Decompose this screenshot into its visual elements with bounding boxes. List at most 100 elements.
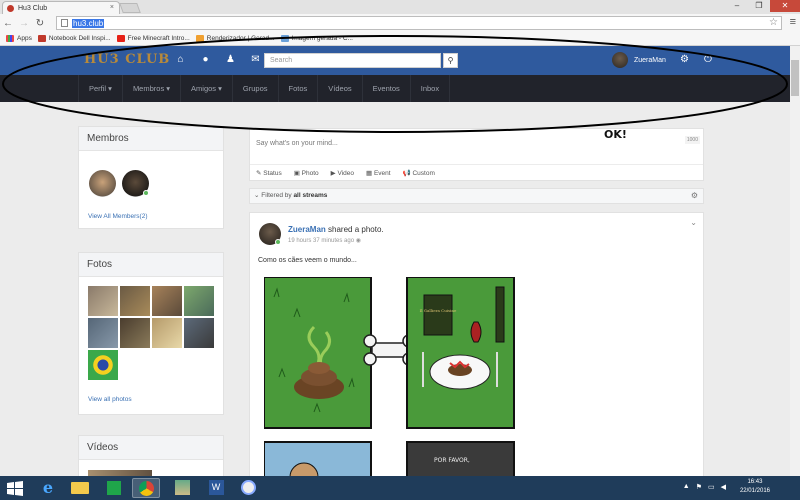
menu-text: Il Galliera Cuisine [420, 308, 457, 313]
annotation-ok-text: OK! [604, 128, 627, 141]
photo-thumb[interactable] [88, 318, 118, 348]
comic-speech-text: POR FAVOR, [434, 457, 470, 464]
nav-perfil[interactable]: Perfil ▾ [78, 75, 123, 102]
page-scrollbar[interactable] [790, 46, 800, 476]
user-icon[interactable]: ♟ [218, 54, 243, 65]
online-status-icon [275, 239, 281, 245]
nav-eventos[interactable]: Eventos [363, 75, 411, 102]
forward-arrow-icon[interactable]: → [16, 18, 32, 29]
windows-taskbar: e W ▲ ⚑ ▭ ◀ 16:43 22/01/2016 [0, 476, 800, 500]
members-title: Membros [79, 127, 223, 151]
tab-close-icon[interactable]: × [110, 4, 114, 11]
nav-fotos[interactable]: Fotos [279, 75, 319, 102]
bookmarks-bar: Apps Notebook Dell Inspi... Free Minecra… [0, 32, 800, 46]
filter-value: all streams [293, 192, 328, 199]
flag-icon[interactable]: ⚑ [696, 483, 702, 491]
window-controls: – ❐ ✕ [726, 0, 800, 12]
site-nav: Perfil ▾ Membros ▾ Amigos ▾ Grupos Fotos… [0, 75, 790, 102]
bookmark-item[interactable]: Notebook Dell Inspi... [37, 35, 111, 42]
nav-grupos[interactable]: Grupos [233, 75, 279, 102]
logout-icon[interactable]: ⏻ [704, 54, 712, 65]
nav-videos[interactable]: Vídeos [318, 75, 363, 102]
photo-thumb[interactable] [152, 318, 182, 348]
new-tab-button[interactable] [119, 3, 141, 13]
browser-menu-icon[interactable]: ≡ [790, 16, 796, 28]
avatar[interactable] [612, 52, 628, 68]
volume-icon[interactable]: ◀ [721, 483, 726, 491]
word-icon[interactable]: W [202, 478, 230, 498]
post-caption: Como os cães veem o mundo... [258, 257, 357, 264]
network-icon[interactable]: ▭ [708, 483, 715, 491]
photo-thumb[interactable] [152, 286, 182, 316]
custom-tab[interactable]: 📢 Custom [403, 169, 435, 177]
site-logo[interactable]: HU3 CLUB [84, 52, 170, 67]
address-bar[interactable]: hu3.club ☆ [56, 16, 782, 30]
up-arrow-icon[interactable]: ▲ [683, 483, 690, 491]
clock[interactable]: 16:43 22/01/2016 [740, 478, 770, 496]
home-icon[interactable]: ⌂ [168, 54, 193, 65]
photo-tab[interactable]: ▣ Photo [294, 169, 319, 177]
username[interactable]: ZueraMan [634, 57, 666, 64]
post-image[interactable]: Il Galliera Cuisine POR FAVOR, [264, 277, 517, 478]
member-avatar[interactable] [89, 170, 116, 197]
photo-thumb[interactable] [184, 286, 214, 316]
bookmark-item[interactable]: Renderizador | Gerad... [195, 35, 275, 42]
nav-amigos[interactable]: Amigos ▾ [181, 75, 233, 102]
bookmark-item[interactable]: Imagem gerada - C... [280, 35, 353, 42]
post-action: shared a photo. [328, 225, 384, 234]
reload-icon[interactable]: ↻ [32, 18, 48, 29]
view-all-members-link[interactable]: View All Members(2) [88, 213, 147, 220]
video-tab[interactable]: ▶ Video [331, 169, 354, 177]
photo-thumb[interactable] [120, 318, 150, 348]
stream-filter[interactable]: ⌄ Filtered by all streams ⚙ [249, 188, 704, 204]
photo-thumb[interactable] [88, 286, 118, 316]
bookmark-item[interactable]: Free Minecraft Intro... [116, 35, 190, 42]
internet-explorer-icon[interactable]: e [34, 478, 62, 498]
status-tab[interactable]: ✎ Status [256, 169, 282, 177]
photo-thumb[interactable] [120, 286, 150, 316]
photo-thumb[interactable] [88, 350, 118, 380]
store-icon[interactable] [100, 478, 128, 498]
nav-membros[interactable]: Membros ▾ [123, 75, 182, 102]
apps-grid-icon [6, 35, 14, 42]
view-all-photos-link[interactable]: View all photos [88, 396, 132, 403]
photos-card: Fotos View all photos [78, 252, 224, 415]
header-icons: ⌂ ● ♟ ✉ [168, 54, 268, 65]
browser-titlebar: Hu3 Club × – ❐ ✕ [0, 0, 800, 14]
filter-gear-icon[interactable]: ⚙ [691, 189, 698, 203]
windows-start-icon[interactable] [6, 480, 24, 496]
photo-grid [88, 286, 214, 380]
app-icon[interactable] [168, 478, 196, 498]
close-window-icon[interactable]: ✕ [770, 0, 800, 12]
photo-thumb[interactable] [184, 318, 214, 348]
youtube-icon [116, 35, 125, 42]
gear-icon[interactable]: ⚙ [680, 54, 689, 65]
nav-inbox[interactable]: Inbox [411, 75, 451, 102]
chrome-icon[interactable] [132, 478, 160, 498]
scrollbar-thumb[interactable] [791, 60, 799, 96]
back-arrow-icon[interactable]: ← [0, 18, 16, 29]
post-options-chevron-icon[interactable]: ⌄ [690, 218, 697, 227]
status-input[interactable]: Say what's on your mind... [256, 140, 338, 147]
paint-icon[interactable] [234, 478, 262, 498]
bookmark-item[interactable]: Apps [6, 35, 32, 42]
event-tab[interactable]: ▦ Event [366, 169, 391, 177]
videos-title: Vídeos [79, 436, 223, 460]
bookmark-favicon-icon [37, 35, 46, 42]
browser-toolbar: ← → ↻ hu3.club ☆ ≡ [0, 14, 800, 32]
char-counter: 1000 [684, 136, 700, 144]
search-input[interactable]: Search [264, 53, 441, 68]
url-text[interactable]: hu3.club [72, 18, 105, 28]
browser-tab[interactable]: Hu3 Club × [2, 1, 120, 14]
search-icon[interactable]: ⚲ [443, 53, 458, 68]
site-favicon-icon [7, 4, 14, 12]
file-explorer-icon[interactable] [66, 478, 94, 498]
bookmark-star-icon[interactable]: ☆ [769, 17, 778, 28]
bookmark-favicon-icon [280, 35, 289, 42]
minimize-icon[interactable]: – [726, 0, 748, 12]
restore-icon[interactable]: ❐ [748, 0, 770, 12]
post-author-link[interactable]: ZueraMan [288, 225, 326, 234]
globe-icon[interactable]: ● [193, 54, 218, 65]
system-tray: ▲ ⚑ ▭ ◀ [683, 483, 726, 491]
videos-card: Vídeos [78, 435, 224, 480]
